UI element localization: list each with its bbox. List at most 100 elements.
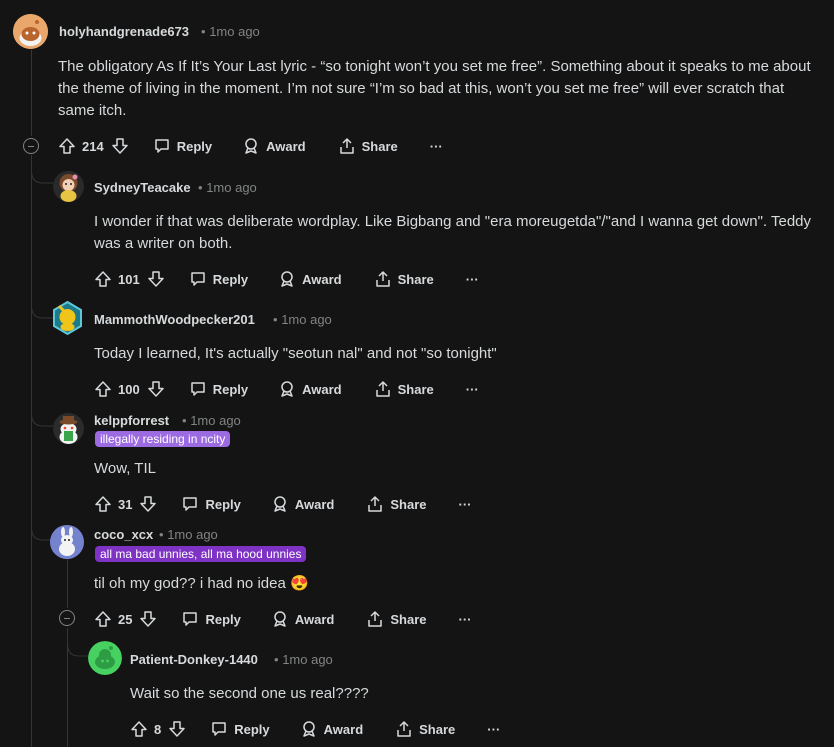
reply-button[interactable]: Reply <box>189 270 248 288</box>
upvote-button[interactable] <box>94 495 112 513</box>
comment-timestamp[interactable]: • 1mo ago <box>198 180 257 195</box>
avatar[interactable] <box>13 14 48 49</box>
upvote-button[interactable] <box>58 137 76 155</box>
comment-author[interactable]: coco_xcx <box>94 527 153 542</box>
more-options-button[interactable]: ··· <box>459 612 472 627</box>
more-options-button[interactable]: ··· <box>466 272 479 287</box>
share-button[interactable]: Share <box>395 720 455 738</box>
reply-button[interactable]: Reply <box>181 495 241 513</box>
comment-actions: 100 Reply Award Share ··· <box>94 377 479 401</box>
reply-button[interactable]: Reply <box>153 137 212 155</box>
more-options-button[interactable]: ··· <box>466 382 479 397</box>
downvote-icon <box>140 496 157 512</box>
share-label: Share <box>419 721 456 737</box>
reply-button[interactable]: Reply <box>181 610 241 628</box>
award-label: Award <box>302 381 342 397</box>
time: 1mo ago <box>281 312 332 327</box>
upvote-button[interactable] <box>94 270 112 288</box>
share-icon <box>368 496 383 512</box>
comment-timestamp[interactable]: • 1mo ago <box>159 527 218 542</box>
share-button[interactable]: Share <box>374 380 434 398</box>
avatar[interactable] <box>88 641 122 675</box>
upvote-icon <box>95 611 111 627</box>
award-button[interactable]: Award <box>278 270 342 288</box>
upvote-button[interactable] <box>130 720 148 738</box>
comment-body: til oh my god?? i had no idea 😍 <box>94 575 309 592</box>
award-icon <box>245 138 257 154</box>
upvote-icon <box>131 721 147 737</box>
comment-author[interactable]: kelppforrest <box>94 413 169 428</box>
vote-score: 25 <box>118 611 133 627</box>
comment-author[interactable]: holyhandgrenade673 <box>59 24 189 39</box>
more-icon: ··· <box>429 138 443 154</box>
downvote-button[interactable] <box>111 137 129 155</box>
award-icon <box>281 271 293 287</box>
comment-actions: 214 Reply Award Share ··· <box>58 134 443 158</box>
thread-branch <box>31 155 53 184</box>
vote-score: 101 <box>118 271 140 287</box>
vote-score: 100 <box>118 381 140 397</box>
comment-author[interactable]: SydneyTeacake <box>94 180 191 195</box>
reply-button[interactable]: Reply <box>189 380 248 398</box>
reply-label: Reply <box>234 721 270 737</box>
more-options-button[interactable]: ··· <box>430 139 443 154</box>
share-button[interactable]: Share <box>374 270 434 288</box>
collapse-thread-button[interactable] <box>59 610 75 626</box>
thread-branch <box>67 628 89 657</box>
thread-line[interactable] <box>31 156 32 747</box>
share-button[interactable]: Share <box>366 495 427 513</box>
comment-timestamp[interactable]: • 1mo ago <box>273 312 332 327</box>
more-options-button[interactable]: ··· <box>459 497 472 512</box>
share-label: Share <box>397 381 434 397</box>
award-button[interactable]: Award <box>300 720 363 738</box>
award-label: Award <box>266 138 306 154</box>
share-icon <box>375 381 390 397</box>
downvote-icon <box>111 138 128 154</box>
reply-button[interactable]: Reply <box>210 720 270 738</box>
comment-bubble-icon <box>154 139 169 153</box>
avatar[interactable] <box>53 413 84 444</box>
share-button[interactable]: Share <box>366 610 427 628</box>
comment-timestamp[interactable]: • 1mo ago <box>201 24 260 39</box>
upvote-button[interactable] <box>94 380 112 398</box>
award-button[interactable]: Award <box>278 380 342 398</box>
snoo-avatar-icon <box>50 525 84 559</box>
upvote-icon <box>59 138 75 154</box>
downvote-button[interactable] <box>139 495 157 513</box>
downvote-button[interactable] <box>139 610 157 628</box>
time: 1mo ago <box>167 527 218 542</box>
award-button[interactable]: Award <box>271 610 335 628</box>
separator: • <box>273 312 278 327</box>
snoo-avatar-icon <box>13 14 48 49</box>
comment-author[interactable]: MammothWoodpecker201 <box>94 312 255 327</box>
avatar[interactable] <box>50 525 84 559</box>
thread-branch <box>31 290 53 319</box>
upvote-icon <box>95 496 111 512</box>
share-icon <box>368 611 383 627</box>
more-icon: ··· <box>458 496 472 512</box>
comment-actions: 25 Reply Award Share ··· <box>94 607 472 631</box>
avatar[interactable] <box>51 300 84 336</box>
share-button[interactable]: Share <box>338 137 398 155</box>
comment-actions: 31 Reply Award Share ··· <box>94 492 472 516</box>
award-label: Award <box>294 611 335 627</box>
award-button[interactable]: Award <box>242 137 306 155</box>
collapse-thread-button[interactable] <box>23 138 39 154</box>
comment-timestamp[interactable]: • 1mo ago <box>182 413 241 428</box>
avatar[interactable] <box>53 171 84 202</box>
comment-body: The obligatory As If It’s Your Last lyri… <box>58 58 811 119</box>
downvote-button[interactable] <box>168 720 186 738</box>
downvote-button[interactable] <box>147 380 165 398</box>
reply-label: Reply <box>205 611 241 627</box>
comment-timestamp[interactable]: • 1mo ago <box>274 652 333 667</box>
vote-score: 214 <box>82 138 104 154</box>
thread-line[interactable] <box>31 50 32 136</box>
comment-author[interactable]: Patient-Donkey-1440 <box>130 652 258 667</box>
upvote-button[interactable] <box>94 610 112 628</box>
award-button[interactable]: Award <box>271 495 334 513</box>
share-icon <box>339 138 354 154</box>
award-label: Award <box>302 271 342 287</box>
downvote-button[interactable] <box>147 270 165 288</box>
separator: • <box>159 527 164 542</box>
more-options-button[interactable]: ··· <box>487 722 500 737</box>
